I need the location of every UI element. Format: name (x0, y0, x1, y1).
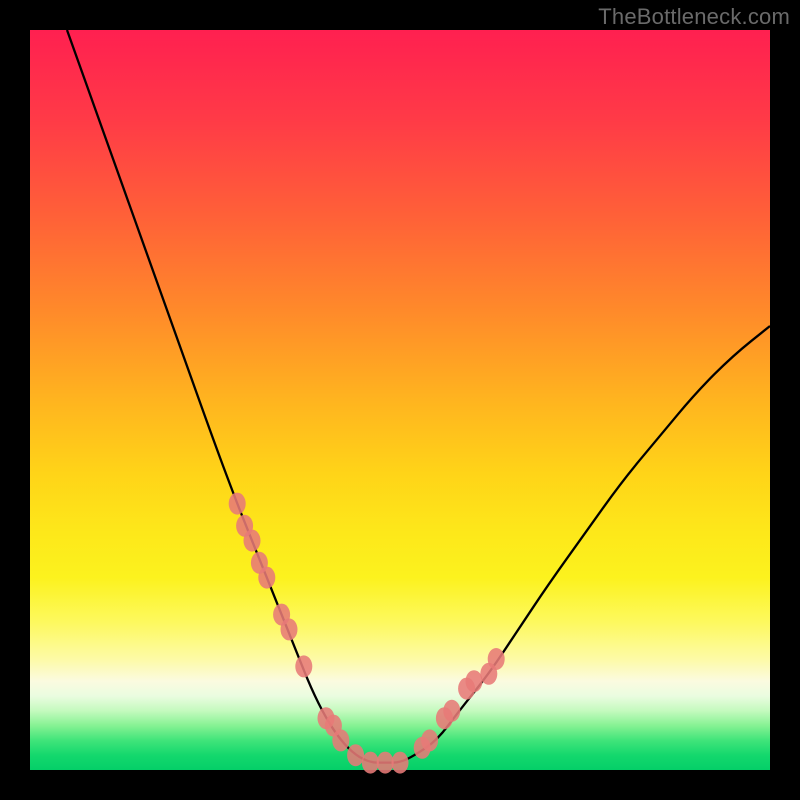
marker-point (281, 618, 298, 640)
marker-point (443, 700, 460, 722)
marker-point (244, 530, 261, 552)
marker-point (362, 752, 379, 774)
bottleneck-curve (67, 30, 770, 763)
marker-point (295, 655, 312, 677)
marker-point (392, 752, 409, 774)
marker-point (377, 752, 394, 774)
marker-point (347, 744, 364, 766)
marker-point (466, 670, 483, 692)
marker-point (258, 567, 275, 589)
marker-point (421, 729, 438, 751)
marker-points (229, 493, 505, 774)
marker-point (229, 493, 246, 515)
curve-svg (30, 30, 770, 770)
marker-point (332, 729, 349, 751)
chart-stage: TheBottleneck.com (0, 0, 800, 800)
plot-area (30, 30, 770, 770)
marker-point (488, 648, 505, 670)
watermark-text: TheBottleneck.com (598, 4, 790, 30)
